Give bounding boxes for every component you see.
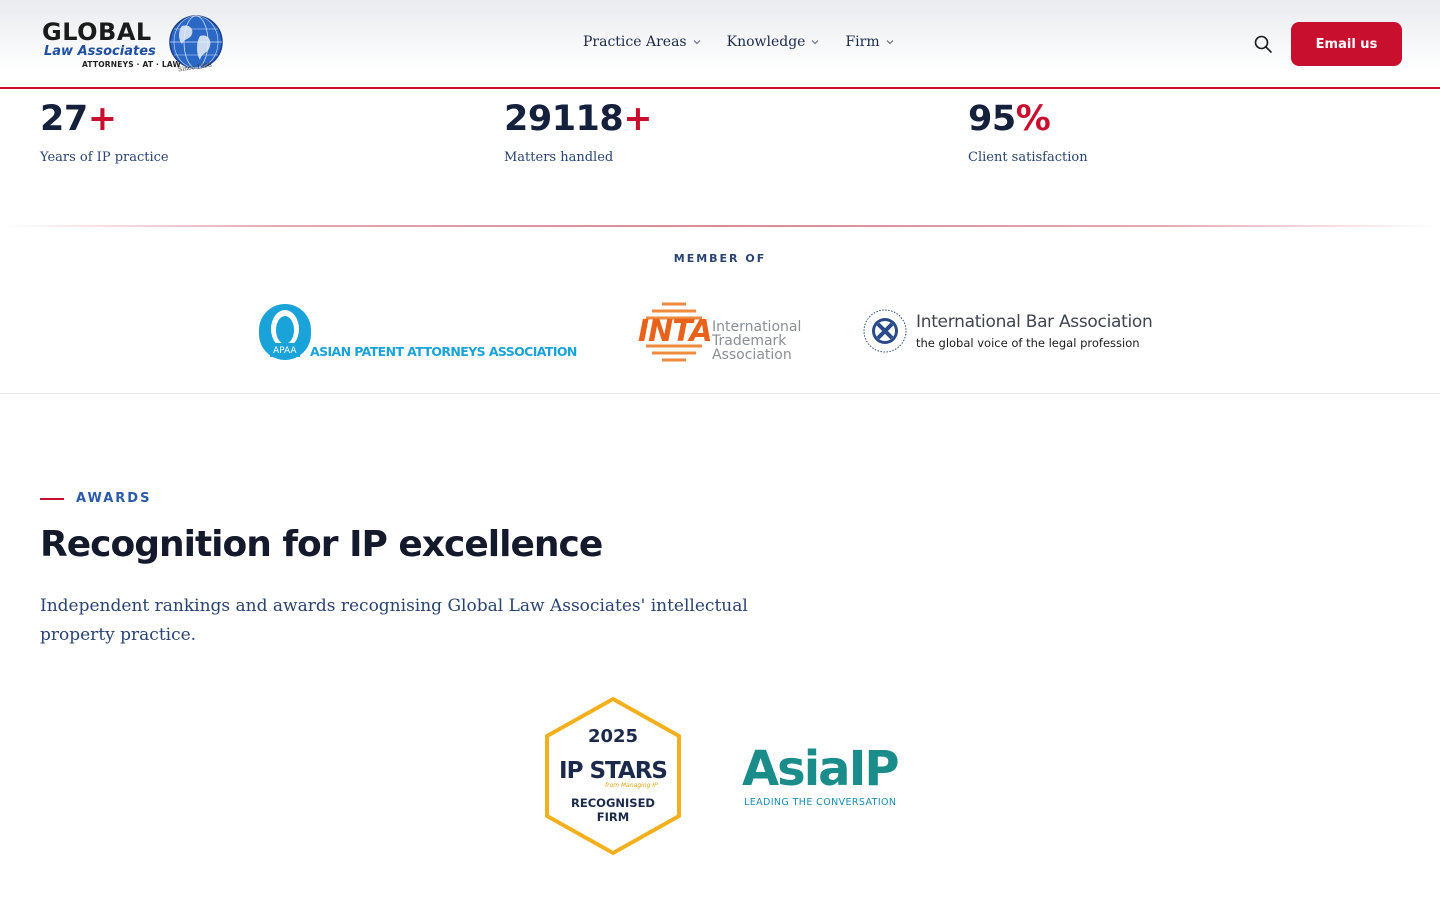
asiaip-logo[interactable]: AsiaIP LEADING THE CONVERSATION xyxy=(742,740,912,812)
apaa-abbr: APAA xyxy=(273,346,297,356)
member-of-heading: MEMBER OF xyxy=(673,252,767,265)
nav-label: Knowledge xyxy=(726,34,806,50)
stat-years: 27+ Years of IP practice xyxy=(40,98,169,165)
inta-name: International Trademark Association xyxy=(712,320,801,362)
apaa-logo[interactable]: APAA ASIAN PATENT ATTORNEYS ASSOCIATION xyxy=(258,303,578,363)
site-header: GLOBAL Law Associates ATTORNEYS · AT · L… xyxy=(0,0,1440,89)
ip-stars-name: IP STARS xyxy=(559,758,668,784)
stat-number: 95 xyxy=(968,99,1016,139)
apaa-name: ASIAN PATENT ATTORNEYS ASSOCIATION xyxy=(310,344,577,359)
stat-label: Client satisfaction xyxy=(968,150,1088,165)
inta-line: Trademark xyxy=(712,333,787,349)
stat-value: 29118+ xyxy=(504,98,653,140)
eyebrow-label: AWARDS xyxy=(76,491,152,506)
stat-value: 27+ xyxy=(40,98,169,140)
awards-eyebrow: AWARDS xyxy=(40,491,151,506)
chevron-down-icon xyxy=(886,40,894,45)
stat-matters: 29118+ Matters handled xyxy=(504,98,653,165)
inta-line: Association xyxy=(712,347,792,363)
stat-suffix: + xyxy=(623,99,653,139)
stat-label: Years of IP practice xyxy=(40,150,169,165)
nav-label: Firm xyxy=(845,34,880,50)
nav-knowledge[interactable]: Knowledge xyxy=(727,34,820,50)
awards-title: Recognition for IP excellence xyxy=(40,524,603,565)
stat-suffix: + xyxy=(87,99,117,139)
nav-firm[interactable]: Firm xyxy=(845,34,894,50)
stat-satisfaction: 95% Client satisfaction xyxy=(968,98,1088,165)
section-divider xyxy=(0,393,1440,394)
iba-subtitle: the global voice of the legal profession xyxy=(916,336,1140,350)
search-icon[interactable] xyxy=(1253,34,1273,54)
inta-abbr: INTA xyxy=(638,314,713,349)
eyebrow-rule xyxy=(40,497,64,500)
stat-number: 27 xyxy=(40,99,88,139)
ip-stars-line: RECOGNISED xyxy=(571,796,655,810)
asiaip-name: AsiaIP xyxy=(742,741,900,797)
stat-suffix: % xyxy=(1015,99,1051,139)
iba-seal-icon xyxy=(863,309,907,353)
globe-icon xyxy=(169,15,223,69)
nav-label: Practice Areas xyxy=(583,34,687,50)
email-us-button[interactable]: Email us xyxy=(1291,22,1402,66)
ip-stars-from: from Managing IP xyxy=(605,782,658,789)
iba-title: International Bar Association xyxy=(916,312,1153,332)
ip-stars-year: 2025 xyxy=(587,726,639,747)
logo-subtitle: Law Associates xyxy=(44,44,156,59)
chevron-down-icon xyxy=(812,40,819,45)
awards-description: Independent rankings and awards recognis… xyxy=(40,596,748,645)
inta-line: International xyxy=(712,319,802,335)
iba-logo[interactable]: International Bar Association the global… xyxy=(862,308,1162,358)
nav-practice-areas[interactable]: Practice Areas xyxy=(583,34,701,50)
global-law-associates-logo[interactable]: GLOBAL Law Associates ATTORNEYS · AT · L… xyxy=(40,12,230,76)
chevron-down-icon xyxy=(693,40,701,45)
logo-wordmark: GLOBAL xyxy=(42,18,152,46)
ip-stars-badge[interactable]: 2025 IP STARS from Managing IP RECOGNISE… xyxy=(543,696,683,856)
inta-logo[interactable]: INTA International Trademark Association xyxy=(638,298,808,368)
section-divider xyxy=(0,225,1440,227)
ip-stars-line: FIRM xyxy=(596,810,630,824)
stat-value: 95% xyxy=(968,98,1088,140)
logo-tagline: ATTORNEYS · AT · LAW xyxy=(82,60,182,69)
stat-number: 29118 xyxy=(504,99,624,139)
main-nav: Practice Areas Knowledge Firm xyxy=(583,34,894,50)
ip-stars-recognition: RECOGNISED FIRM xyxy=(543,796,683,824)
stat-label: Matters handled xyxy=(504,150,614,165)
asiaip-tagline: LEADING THE CONVERSATION xyxy=(744,797,897,808)
